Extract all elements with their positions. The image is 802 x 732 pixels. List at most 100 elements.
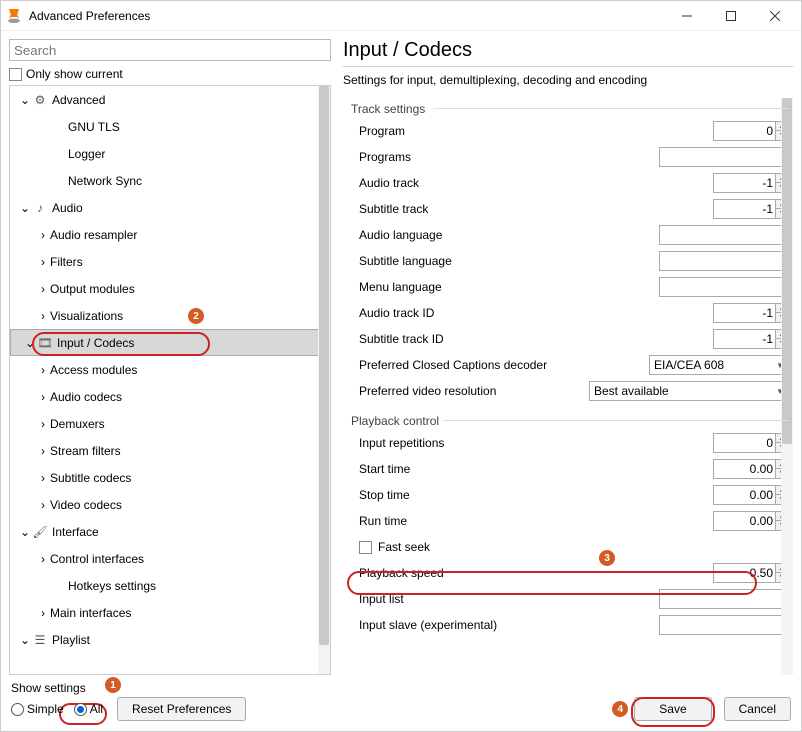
tree-item-label: Audio resampler [50,228,137,242]
chevron-right-icon: › [36,309,50,323]
cancel-button[interactable]: Cancel [724,697,791,721]
only-show-current-checkbox[interactable] [9,68,22,81]
footer: Show settings 1 Simple All Reset Prefere… [1,679,801,731]
programs-label: Programs [359,150,659,164]
chevron-right-icon: › [36,228,50,242]
tree-item-gnu-tls[interactable]: GNU TLS [10,113,330,140]
tree-item-label: Audio codecs [50,390,122,404]
tree-item-audio-codecs[interactable]: ›Audio codecs [10,383,330,410]
tree-item-audio[interactable]: ⌄♪Audio [10,194,330,221]
tree-item-input-codecs[interactable]: ⌄🎞Input / Codecs [10,329,330,356]
save-button[interactable]: Save [634,697,711,721]
run-time-spinner[interactable]: 0.00▲▼ [713,511,789,531]
panel-subtitle: Settings for input, demultiplexing, deco… [343,73,793,87]
playback-speed-label: Playback speed [359,566,713,580]
audio-track-spinner[interactable]: -1▲▼ [713,173,789,193]
tree-scrollbar[interactable] [318,86,330,674]
tree-item-video-codecs[interactable]: ›Video codecs [10,491,330,518]
audio-language-input[interactable] [659,225,789,245]
chevron-right-icon: › [36,498,50,512]
stop-time-spinner[interactable]: 0.00▲▼ [713,485,789,505]
film-icon: 🎞 [37,336,53,350]
tree-item-label: Network Sync [68,174,142,188]
reset-preferences-button[interactable]: Reset Preferences [117,697,246,721]
start-time-spinner[interactable]: 0.00▲▼ [713,459,789,479]
input-list-input[interactable] [659,589,789,609]
input-list-label: Input list [359,592,659,606]
search-input[interactable] [9,39,331,61]
fast-seek-checkbox[interactable] [359,541,372,554]
tree-item-interface[interactable]: ⌄🖌Interface [10,518,330,545]
tree-item-filters[interactable]: ›Filters [10,248,330,275]
tree-item-logger[interactable]: Logger [10,140,330,167]
tree-item-main-interfaces[interactable]: ›Main interfaces [10,599,330,626]
chevron-right-icon: › [36,552,50,566]
subtitle-track-id-label: Subtitle track ID [359,332,713,346]
audio-language-label: Audio language [359,228,659,242]
subtitle-track-spinner[interactable]: -1▲▼ [713,199,789,219]
tree-item-label: Access modules [50,363,137,377]
all-label: All [90,702,103,716]
tree-item-subtitle-codecs[interactable]: ›Subtitle codecs [10,464,330,491]
chevron-down-icon: ⌄ [18,93,32,107]
audio-track-id-label: Audio track ID [359,306,713,320]
chevron-down-icon: ⌄ [18,525,32,539]
music-icon: ♪ [32,201,48,215]
tree-item-playlist[interactable]: ⌄☰Playlist [10,626,330,653]
tree-item-output-modules[interactable]: ›Output modules [10,275,330,302]
settings-scrollbar[interactable] [781,98,793,675]
tree-item-label: Subtitle codecs [50,471,131,485]
brush-icon: 🖌 [32,525,48,539]
input-repetitions-label: Input repetitions [359,436,713,450]
tree-item-access-modules[interactable]: ›Access modules [10,356,330,383]
program-label: Program [359,124,713,138]
close-button[interactable] [753,2,797,30]
maximize-button[interactable] [709,2,753,30]
annotation-badge-4: 4 [612,701,628,717]
input-repetitions-spinner[interactable]: 0▲▼ [713,433,789,453]
settings-panel: Track settings Program0▲▼ Programs Audio… [343,97,793,675]
show-settings-label: Show settings [11,681,86,695]
chevron-right-icon: › [36,417,50,431]
tree-item-hotkeys-settings[interactable]: Hotkeys settings [10,572,330,599]
simple-radio[interactable] [11,703,24,716]
playback-speed-spinner[interactable]: 0.50▲▼ [713,563,789,583]
subtitle-language-input[interactable] [659,251,789,271]
tree-item-label: Logger [68,147,105,161]
audio-track-id-spinner[interactable]: -1▲▼ [713,303,789,323]
tree-item-stream-filters[interactable]: ›Stream filters [10,437,330,464]
cc-decoder-select[interactable]: EIA/CEA 608▼ [649,355,789,375]
chevron-right-icon: › [36,282,50,296]
input-slave-input[interactable] [659,615,789,635]
audio-track-label: Audio track [359,176,713,190]
subtitle-track-id-spinner[interactable]: -1▲▼ [713,329,789,349]
tree-item-label: Output modules [50,282,135,296]
programs-input[interactable] [659,147,789,167]
menu-language-input[interactable] [659,277,789,297]
group-track-settings: Track settings [343,98,789,118]
tree-item-control-interfaces[interactable]: ›Control interfaces [10,545,330,572]
tree-item-network-sync[interactable]: Network Sync [10,167,330,194]
tree-item-demuxers[interactable]: ›Demuxers [10,410,330,437]
preferences-tree[interactable]: 2 ⌄⚙AdvancedGNU TLSLoggerNetwork Sync⌄♪A… [9,85,331,675]
minimize-button[interactable] [665,2,709,30]
only-show-current-label: Only show current [26,67,123,81]
tree-item-advanced[interactable]: ⌄⚙Advanced [10,86,330,113]
titlebar: Advanced Preferences [1,1,801,31]
menu-language-label: Menu language [359,280,659,294]
tree-item-label: Stream filters [50,444,121,458]
app-icon [5,7,23,25]
window-title: Advanced Preferences [29,9,665,23]
tree-item-visualizations[interactable]: ›Visualizations [10,302,330,329]
start-time-label: Start time [359,462,713,476]
tree-item-label: Control interfaces [50,552,144,566]
program-spinner[interactable]: 0▲▼ [713,121,789,141]
tree-item-audio-resampler[interactable]: ›Audio resampler [10,221,330,248]
chevron-down-icon: ⌄ [18,201,32,215]
all-radio[interactable] [74,703,87,716]
chevron-right-icon: › [36,444,50,458]
tree-item-label: Visualizations [50,309,123,323]
chevron-right-icon: › [36,471,50,485]
video-resolution-select[interactable]: Best available▼ [589,381,789,401]
chevron-right-icon: › [36,363,50,377]
